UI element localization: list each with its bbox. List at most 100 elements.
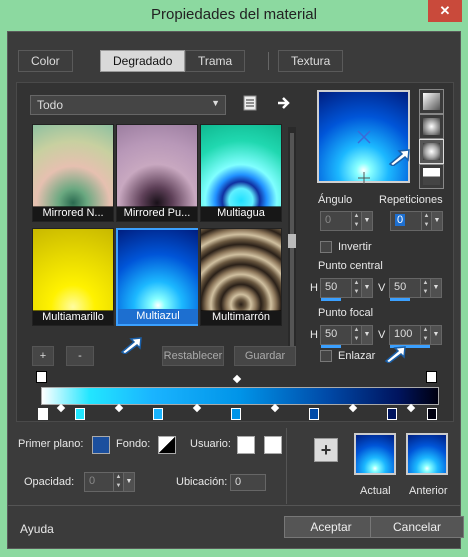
gallery-item-multimarron[interactable]: Multimarrón — [200, 228, 282, 326]
focal-h-spinner[interactable]: 50 ▲ ▼ ▼ — [320, 325, 373, 348]
close-button[interactable]: ✕ — [428, 0, 462, 22]
gallery-item-label: Mirrored N... — [33, 206, 113, 221]
gallery-item-label: Multimarrón — [201, 310, 281, 325]
reset-button[interactable]: Restablecer — [162, 346, 224, 366]
opacity-value: 0 — [89, 475, 96, 487]
current-label: Actual — [360, 485, 391, 497]
opacity-label: Opacidad: — [24, 476, 75, 488]
pointer-arrow-icon — [388, 149, 410, 166]
angle-spinner[interactable]: 0 ▲ ▼ ▼ — [320, 211, 373, 231]
focal-v-value: 100 — [394, 328, 413, 340]
link-checkbox[interactable] — [320, 350, 332, 362]
gradient-preview[interactable] — [317, 90, 410, 184]
pointer-arrow-icon — [384, 346, 406, 363]
spin-arrows-icon[interactable]: ▲ ▼ — [420, 279, 430, 297]
spin-arrows-icon[interactable]: ▲ ▼ — [351, 279, 361, 297]
opacity-start-marker[interactable] — [36, 371, 47, 383]
color-stop[interactable] — [427, 408, 437, 420]
background-swatch[interactable] — [158, 436, 176, 454]
angle-label: Ángulo — [318, 194, 353, 206]
invert-checkbox[interactable] — [320, 241, 332, 253]
color-stop[interactable] — [231, 408, 241, 420]
gallery-item-mirrored-pu[interactable]: Mirrored Pu... — [116, 124, 198, 222]
tab-color[interactable]: Color — [18, 50, 73, 72]
footer-separator — [8, 505, 460, 506]
help-link[interactable]: Ayuda — [20, 522, 54, 536]
previous-swatch[interactable] — [406, 433, 448, 475]
color-stop[interactable] — [387, 408, 397, 420]
color-stop[interactable] — [38, 408, 48, 420]
gallery-item-multiamarillo[interactable]: Multiamarillo — [32, 228, 114, 326]
material-properties-window: Propiedades del material ✕ Color Degrada… — [0, 0, 468, 557]
style-radial-button[interactable] — [419, 139, 444, 164]
cancel-button[interactable]: Cancelar — [370, 516, 464, 538]
save-button[interactable]: Guardar — [234, 346, 296, 366]
focal-cross-icon — [358, 172, 370, 184]
focal-h-label: H — [310, 329, 318, 341]
center-v-spinner[interactable]: 50 ▲ ▼ ▼ — [389, 278, 442, 301]
gradient-thumbnail — [118, 230, 198, 312]
gradient-thumbnail — [201, 229, 281, 311]
repeats-label: Repeticiones — [379, 194, 443, 206]
gallery-item-multiazul[interactable]: Multiazul — [116, 228, 198, 326]
center-h-level — [321, 298, 341, 301]
title-bar[interactable]: Propiedades del material ✕ — [0, 0, 468, 30]
tab-texture[interactable]: Textura — [278, 50, 344, 72]
invert-label: Invertir — [338, 241, 372, 253]
center-h-spinner[interactable]: 50 ▲ ▼ ▼ — [320, 278, 373, 301]
user-swatch-2[interactable] — [264, 436, 282, 454]
gallery-scrollbar[interactable] — [288, 127, 296, 362]
remove-gradient-button[interactable]: - — [66, 346, 94, 366]
color-stop[interactable] — [75, 408, 85, 420]
spin-arrows-icon[interactable]: ▲ ▼ — [421, 212, 431, 230]
resource-manager-icon[interactable] — [242, 95, 258, 111]
scrollbar-thumb[interactable] — [288, 234, 296, 248]
opacity-end-marker[interactable] — [426, 371, 437, 383]
location-field[interactable]: 0 — [230, 474, 266, 491]
style-linear-button[interactable] — [419, 89, 444, 114]
arrow-right-icon[interactable] — [276, 95, 292, 111]
gallery-item-multiagua[interactable]: Multiagua — [200, 124, 282, 222]
gallery-item-mirrored-n[interactable]: Mirrored N... — [32, 124, 114, 222]
center-h-label: H — [310, 282, 318, 294]
center-cross-icon — [357, 130, 371, 144]
spin-arrows-icon[interactable]: ▲ ▼ — [420, 326, 430, 344]
ok-button[interactable]: Aceptar — [284, 516, 378, 538]
chevron-down-icon[interactable]: ▼ — [431, 211, 443, 231]
repeats-value: 0 — [395, 214, 406, 226]
chevron-down-icon[interactable]: ▼ — [123, 472, 135, 492]
location-value: 0 — [235, 476, 242, 488]
category-dropdown[interactable]: Todo ▼ — [30, 95, 226, 115]
tab-pattern[interactable]: Trama — [185, 50, 246, 72]
center-v-value: 50 — [394, 281, 407, 293]
chevron-down-icon[interactable]: ▼ — [361, 278, 373, 298]
chevron-down-icon[interactable]: ▼ — [361, 325, 373, 345]
color-stop[interactable] — [153, 408, 163, 420]
repeats-spinner[interactable]: 0 ▲ ▼ ▼ — [390, 211, 443, 231]
focal-v-label: V — [378, 329, 386, 341]
spin-arrows-icon[interactable]: ▲ ▼ — [351, 326, 361, 344]
center-point-label: Punto central — [318, 260, 383, 272]
color-stop[interactable] — [309, 408, 319, 420]
gallery-item-label: Multiazul — [118, 309, 198, 324]
chevron-down-icon[interactable]: ▼ — [430, 278, 442, 298]
spin-arrows-icon[interactable]: ▲ ▼ — [113, 473, 123, 491]
add-gradient-button[interactable]: + — [32, 346, 54, 366]
chevron-down-icon[interactable]: ▼ — [430, 325, 442, 345]
chevron-down-icon: ▼ — [211, 98, 220, 108]
style-rectangular-button[interactable] — [419, 114, 444, 139]
chevron-down-icon[interactable]: ▼ — [361, 211, 373, 231]
foreground-swatch[interactable] — [92, 436, 110, 454]
bottom-divider — [286, 428, 287, 504]
spin-arrows-icon[interactable]: ▲ ▼ — [351, 212, 361, 230]
user-swatch-1[interactable] — [237, 436, 255, 454]
focal-v-spinner[interactable]: 100 ▲ ▼ ▼ — [389, 325, 442, 348]
add-to-swatches-button[interactable]: + — [314, 438, 338, 462]
gradient-bar[interactable] — [41, 387, 439, 405]
focal-h-value: 50 — [325, 328, 338, 340]
opacity-spinner[interactable]: 0 ▲ ▼ ▼ — [84, 472, 135, 492]
tab-gradient[interactable]: Degradado — [100, 50, 186, 72]
focal-point-label: Punto focal — [318, 307, 374, 319]
gradient-thumbnail — [33, 125, 113, 207]
style-sunburst-button[interactable] — [419, 164, 444, 189]
